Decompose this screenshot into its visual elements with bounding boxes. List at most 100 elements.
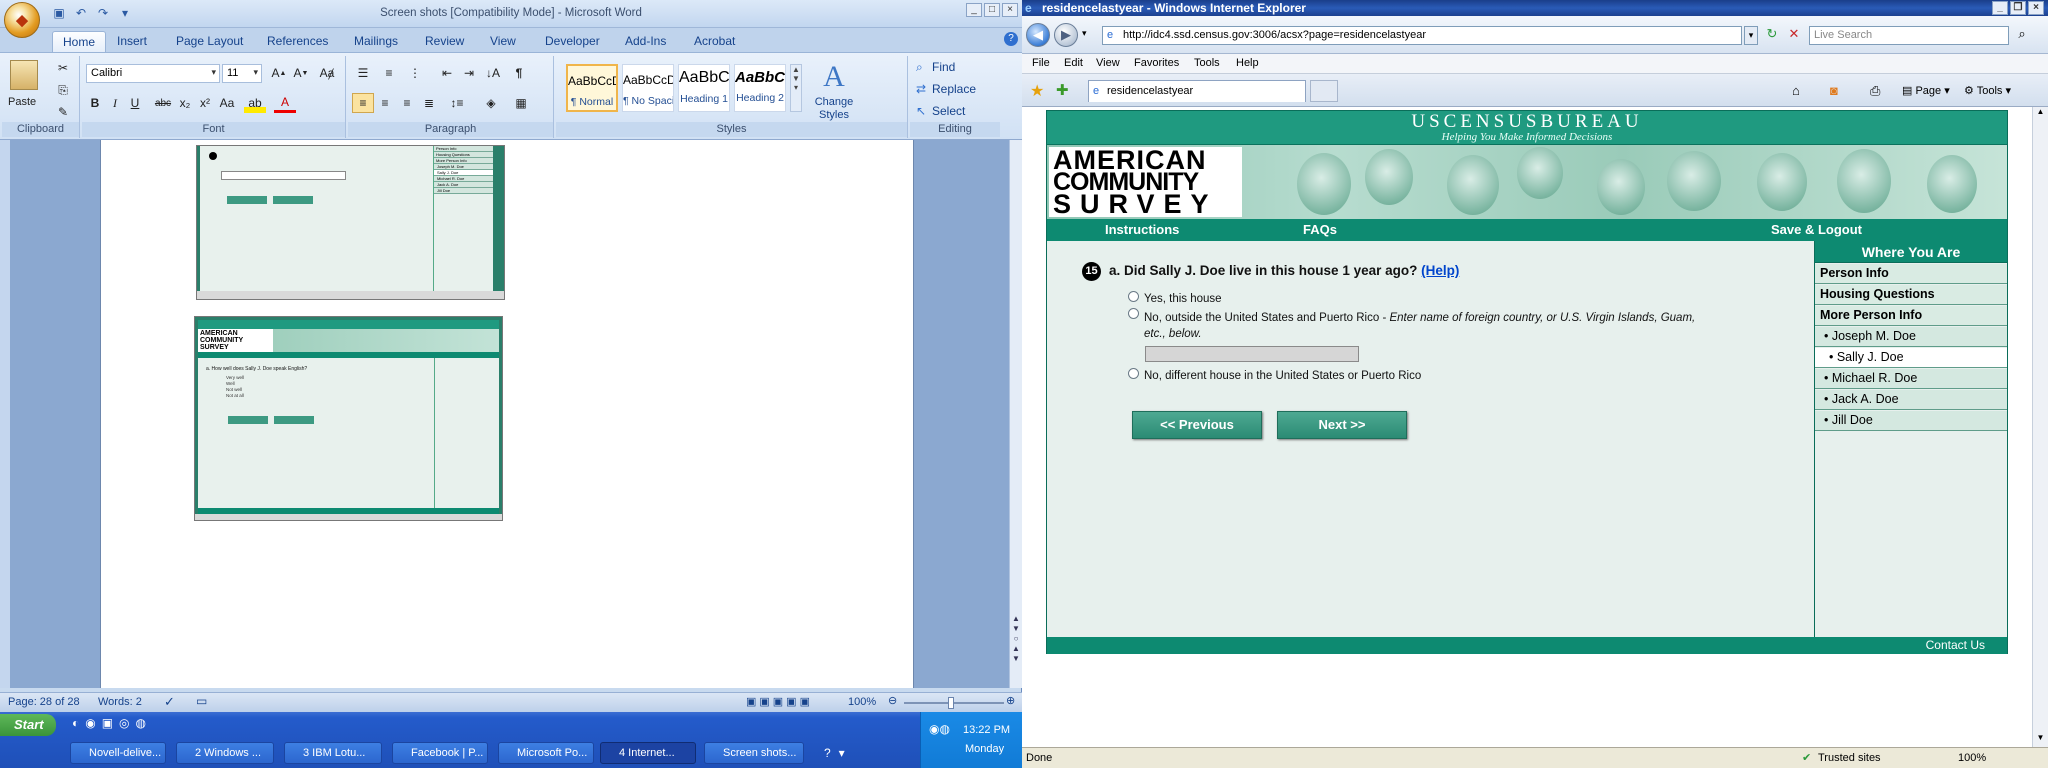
multilevel-list-icon[interactable]: ⋮	[404, 63, 426, 83]
style-normal[interactable]: AaBbCcDc ¶ Normal	[566, 64, 618, 112]
tab-view[interactable]: View	[480, 31, 526, 52]
save-icon[interactable]: ▣	[50, 5, 68, 21]
screenshot-thumbnail-2[interactable]: AMERICAN COMMUNITY SURVEY a. How well does…	[194, 316, 503, 521]
radio-outside-us[interactable]	[1128, 308, 1139, 319]
address-dropdown-icon[interactable]: ▾	[1744, 26, 1758, 45]
task-word[interactable]: Screen shots...	[704, 742, 804, 764]
live-search-input[interactable]: Live Search	[1809, 26, 2009, 45]
next-button[interactable]: Next >>	[1277, 411, 1407, 439]
page-count[interactable]: Page: 28 of 28	[8, 696, 80, 708]
foreign-country-input[interactable]	[1145, 346, 1359, 362]
menu-file[interactable]: File	[1032, 57, 1050, 69]
tab-add-ins[interactable]: Add-Ins	[615, 31, 676, 52]
style-no-spacing[interactable]: AaBbCcDc ¶ No Spaci...	[622, 64, 674, 112]
zoom-in-icon[interactable]: ⊕	[1006, 694, 1015, 707]
task-facebook[interactable]: Facebook | P...	[392, 742, 488, 764]
tab-acrobat[interactable]: Acrobat	[684, 31, 745, 52]
radio-different-house[interactable]	[1128, 368, 1139, 379]
align-right-icon[interactable]: ≡	[396, 93, 418, 113]
help-link[interactable]: (Help)	[1421, 263, 1459, 278]
bullets-icon[interactable]: ☰	[352, 63, 374, 83]
minimize-icon[interactable]: _	[966, 3, 982, 17]
security-zone[interactable]: Trusted sites	[1818, 752, 1881, 764]
underline-icon[interactable]: U	[124, 93, 146, 113]
shrink-font-icon[interactable]: A ▼	[290, 63, 312, 83]
menu-edit[interactable]: Edit	[1064, 57, 1083, 69]
print-icon[interactable]: ⎙	[1870, 83, 1880, 99]
show-formatting-icon[interactable]: ¶	[508, 63, 530, 83]
paste-icon[interactable]	[10, 60, 38, 90]
tab-home[interactable]: Home	[52, 31, 107, 52]
paste-button[interactable]: Paste	[8, 96, 36, 108]
justify-icon[interactable]: ≣	[418, 93, 440, 113]
borders-icon[interactable]: ▦	[510, 93, 532, 113]
task-windows[interactable]: 2 Windows ...	[176, 742, 274, 764]
replace-button[interactable]: Replace	[932, 82, 976, 96]
tab-mailings[interactable]: Mailings	[344, 31, 408, 52]
sidebar-item-michael[interactable]: • Michael R. Doe	[1815, 369, 2007, 389]
find-button[interactable]: Find	[932, 60, 955, 74]
sidebar-item-jack[interactable]: • Jack A. Doe	[1815, 390, 2007, 410]
nav-faqs[interactable]: FAQs	[1303, 222, 1337, 237]
change-styles-icon[interactable]: A	[814, 60, 854, 94]
format-painter-icon[interactable]: ✎	[52, 102, 74, 122]
office-button[interactable]: ◆	[4, 2, 40, 38]
page-menu[interactable]: ▤ Page ▾	[1902, 84, 1950, 97]
start-button[interactable]: Start	[0, 714, 56, 736]
change-case-icon[interactable]: Aa	[216, 93, 238, 113]
close-icon[interactable]: ×	[2028, 1, 2044, 15]
font-color-icon[interactable]: A	[274, 93, 296, 113]
restore-icon[interactable]: ❐	[2010, 1, 2026, 15]
undo-icon[interactable]: ↶	[72, 5, 90, 21]
task-powerpoint[interactable]: Microsoft Po...	[498, 742, 594, 764]
maximize-icon[interactable]: □	[984, 3, 1000, 17]
previous-button[interactable]: << Previous	[1132, 411, 1262, 439]
macro-icon[interactable]: ▭	[196, 694, 207, 708]
superscript-icon[interactable]: x²	[194, 93, 216, 113]
word-vertical-scrollbar[interactable]: ▲ ▼ ○ ▲ ▼	[1009, 140, 1022, 688]
sidebar-item-joseph[interactable]: • Joseph M. Doe	[1815, 327, 2007, 347]
task-internet-explorer[interactable]: 4 Internet...	[600, 742, 696, 764]
cut-icon[interactable]: ✂	[52, 58, 74, 78]
sidebar-item-sally[interactable]: • Sally J. Doe	[1815, 348, 2007, 368]
change-styles-button[interactable]: Change Styles	[806, 96, 862, 122]
history-dropdown-icon[interactable]: ▾	[1082, 28, 1087, 39]
subscript-icon[interactable]: x₂	[174, 93, 196, 113]
scroll-up-icon[interactable]: ▲	[2034, 107, 2047, 121]
document-page[interactable]: Person Info Housing Questions More Perso…	[100, 140, 914, 688]
contact-us-link[interactable]: Contact Us	[1926, 638, 1985, 652]
new-tab-button[interactable]	[1310, 80, 1338, 102]
font-name-select[interactable]: Calibri	[86, 64, 220, 83]
sidebar-item-person-info[interactable]: Person Info	[1815, 264, 2007, 284]
italic-icon[interactable]: I	[104, 93, 126, 113]
bold-icon[interactable]: B	[84, 93, 106, 113]
task-novell[interactable]: Novell-delive...	[70, 742, 166, 764]
tab-developer[interactable]: Developer	[535, 31, 610, 52]
select-button[interactable]: Select	[932, 104, 965, 118]
browse-object-icons[interactable]: ▲ ▼ ○ ▲ ▼	[1011, 614, 1021, 664]
copy-icon[interactable]: ⎘	[52, 80, 74, 100]
quick-launch-icons[interactable]: ◐◉▣◎◍	[72, 716, 152, 730]
numbering-icon[interactable]: ≡	[378, 63, 400, 83]
align-left-icon[interactable]: ≡	[352, 93, 374, 113]
screenshot-thumbnail-1[interactable]: Person Info Housing Questions More Perso…	[196, 145, 505, 300]
toolbar-icons[interactable]: ?▾	[824, 746, 853, 760]
font-size-select[interactable]: 11	[222, 64, 262, 83]
favorites-star-icon[interactable]: ★	[1030, 81, 1044, 101]
tab-page-layout[interactable]: Page Layout	[166, 31, 253, 52]
tab-review[interactable]: Review	[415, 31, 474, 52]
shading-icon[interactable]: ◈	[480, 93, 502, 113]
increase-indent-icon[interactable]: ⇥	[458, 63, 480, 83]
menu-view[interactable]: View	[1096, 57, 1120, 69]
highlight-icon[interactable]: ab	[244, 93, 266, 113]
minimize-icon[interactable]: _	[1992, 1, 2008, 15]
ie-vertical-scrollbar[interactable]: ▲ ▼	[2032, 107, 2048, 747]
redo-icon[interactable]: ↷	[94, 5, 112, 21]
radio-yes-this-house[interactable]	[1128, 291, 1139, 302]
scroll-down-icon[interactable]: ▼	[2034, 733, 2047, 747]
sort-icon[interactable]: ↓A	[482, 63, 504, 83]
align-center-icon[interactable]: ≡	[374, 93, 396, 113]
refresh-icon[interactable]: ↻	[1762, 26, 1782, 45]
task-lotus[interactable]: 3 IBM Lotu...	[284, 742, 382, 764]
styles-scroll[interactable]: ▲ ▼ ▾	[790, 64, 802, 112]
